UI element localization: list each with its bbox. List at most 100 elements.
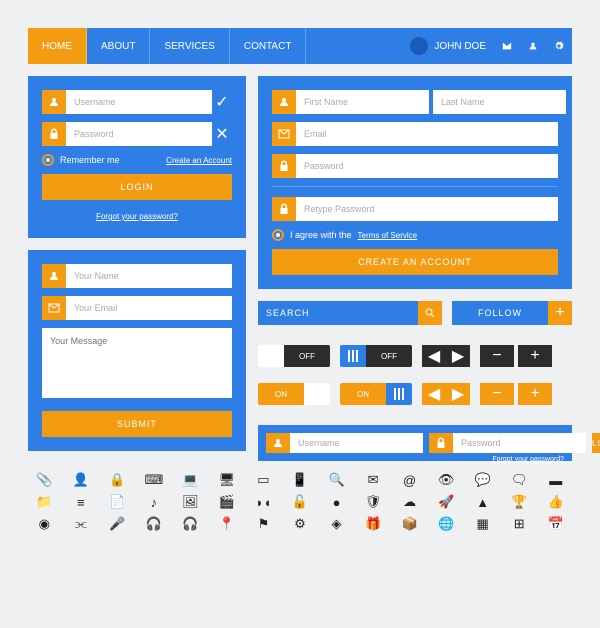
nav-about[interactable]: ABOUT (87, 28, 150, 64)
avatar-icon (410, 37, 428, 55)
gear-icon: ⚙ (284, 515, 317, 533)
lock-icon (272, 197, 296, 221)
badge-icon: ● (320, 493, 353, 511)
follow-button[interactable]: FOLLOW (452, 301, 548, 325)
chat-icon: 💬 (466, 471, 499, 489)
toggle-on-2[interactable]: ON (340, 383, 412, 405)
username-input[interactable] (66, 90, 212, 114)
mail-icon (272, 122, 296, 146)
login-button[interactable]: LOGIN (42, 174, 232, 200)
layers-icon: ≡ (65, 493, 98, 511)
minus-button[interactable]: − (480, 383, 514, 405)
mail-icon: ✉ (357, 471, 390, 489)
next-button[interactable]: ▶ (446, 345, 470, 367)
lock-icon (42, 122, 66, 146)
remember-radio[interactable] (42, 154, 54, 166)
user-icon (42, 264, 66, 288)
laptop-icon: 💻 (174, 471, 207, 489)
user-icon (42, 90, 66, 114)
phone-icon: 📱 (284, 471, 317, 489)
friends-icon[interactable] (520, 41, 546, 51)
toggle-off-2[interactable]: OFF (340, 345, 412, 367)
nav-arrows-2: ◀ ▶ (422, 383, 470, 405)
box-icon: 📦 (393, 515, 426, 533)
headphones-icon: 🎧 (174, 515, 207, 533)
minus-button[interactable]: − (480, 345, 514, 367)
mail-icon[interactable] (494, 41, 520, 51)
marker-icon: 📍 (211, 515, 244, 533)
calendar-icon: 📅 (539, 515, 572, 533)
close-icon: ✕ (212, 122, 232, 146)
nav-contact[interactable]: CONTACT (230, 28, 307, 64)
eye-icon: 👁 (430, 471, 463, 489)
inline-login-button[interactable]: LOGIN (592, 433, 600, 453)
submit-button[interactable]: SUBMIT (42, 411, 232, 437)
tos-link[interactable]: Terms of Service (358, 231, 418, 240)
nav-services[interactable]: SERVICES (150, 28, 229, 64)
plus-button[interactable]: + (518, 383, 552, 405)
minus-plus-2: − + (480, 383, 552, 405)
grid-icon: ▦ (466, 515, 499, 533)
minus-plus-1: − + (480, 345, 552, 367)
headset-icon: 🎧 (138, 515, 171, 533)
mic-icon: 🎤 (101, 515, 134, 533)
password-input[interactable] (66, 122, 212, 146)
paperclip-icon: 📎 (28, 471, 61, 489)
lastname-input[interactable] (433, 90, 566, 114)
thumbs-icon: 👍 (539, 493, 572, 511)
check-icon: ✓ (212, 90, 232, 114)
password-input[interactable] (296, 154, 558, 178)
share-icon: ⫘ (65, 515, 98, 533)
next-button[interactable]: ▶ (446, 383, 470, 405)
wallet-icon: ▬ (539, 471, 572, 489)
mail-icon (42, 296, 66, 320)
nav-arrows-1: ◀ ▶ (422, 345, 470, 367)
prev-button[interactable]: ◀ (422, 345, 446, 367)
trophy-icon: 🏆 (503, 493, 536, 511)
user-icon (272, 90, 296, 114)
icon-grid: 📎 👤 🔒 ⌨ 💻 🖥 ▭ 📱 🔍 ✉ @ 👁 💬 🗨 ▬ 📁 ≡ 📄 ♪ 🖼 … (28, 471, 572, 533)
inline-forgot-link[interactable]: Forgot your password? (492, 456, 564, 463)
toggle-on-1[interactable]: ON (258, 383, 330, 405)
search-button[interactable] (418, 301, 442, 325)
message-input[interactable] (42, 328, 232, 398)
email-input[interactable] (296, 122, 558, 146)
agree-label: I agree with the (290, 230, 352, 240)
inline-password[interactable] (453, 433, 586, 453)
forgot-link[interactable]: Forgot your password? (96, 212, 178, 221)
follow-add-button[interactable]: + (548, 301, 572, 325)
email-input[interactable] (66, 296, 232, 320)
nav-home[interactable]: HOME (28, 28, 87, 64)
monitor-icon: 🖥 (211, 471, 244, 489)
login-panel: ✓ ✕ Remember me Create an Account LOGIN … (28, 76, 246, 238)
create-account-button[interactable]: CREATE AN ACCOUNT (272, 249, 558, 275)
nav-user[interactable]: JOHN DOE (402, 37, 494, 55)
prev-button[interactable]: ◀ (422, 383, 446, 405)
create-account-link[interactable]: Create an Account (166, 156, 232, 165)
toggle-off-1[interactable]: OFF (258, 345, 330, 367)
gift-icon: 🎁 (357, 515, 390, 533)
retype-password-input[interactable] (296, 197, 558, 221)
video-icon: 🎬 (211, 493, 244, 511)
mask-icon: ◗◖ (247, 493, 280, 511)
remember-label: Remember me (60, 155, 120, 165)
inline-username[interactable] (290, 433, 423, 453)
folder-icon: 📁 (28, 493, 61, 511)
search-input[interactable] (258, 301, 418, 325)
top-nav: HOME ABOUT SERVICES CONTACT JOHN DOE (28, 28, 572, 64)
firstname-input[interactable] (296, 90, 429, 114)
lock2-icon: 🔓 (284, 493, 317, 511)
search-icon: 🔍 (320, 471, 353, 489)
keyboard-icon: ⌨ (138, 471, 171, 489)
gear-icon[interactable] (546, 41, 572, 51)
music-icon: ♪ (138, 493, 171, 511)
agree-radio[interactable] (272, 229, 284, 241)
comment-icon: 🗨 (503, 471, 536, 489)
plus-button[interactable]: + (518, 345, 552, 367)
lock-icon: 🔒 (101, 471, 134, 489)
image-icon: 🖼 (174, 493, 207, 511)
name-input[interactable] (66, 264, 232, 288)
inline-login: LOGIN Forgot your password? (258, 425, 572, 461)
user-icon (266, 433, 290, 453)
at-icon: @ (393, 471, 426, 489)
